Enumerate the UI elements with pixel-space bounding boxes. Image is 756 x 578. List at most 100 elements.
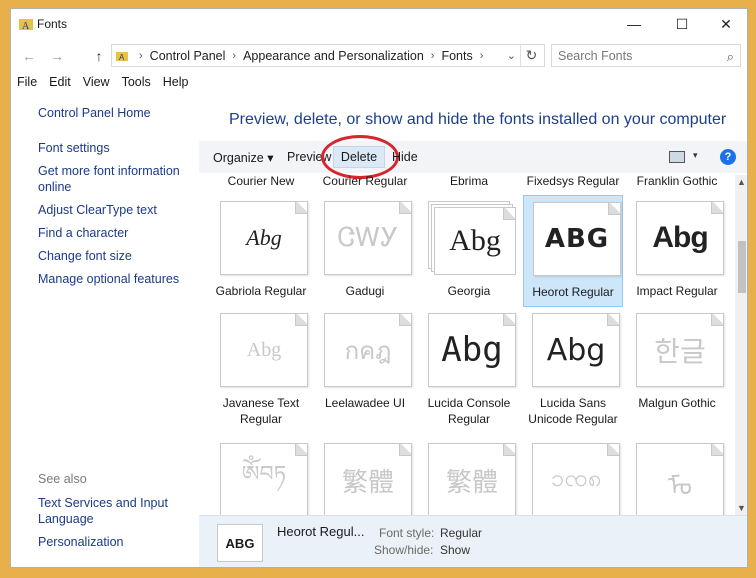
svg-text:A: A (22, 21, 30, 31)
font-preview: 한글 (636, 313, 724, 387)
list-item[interactable]: Courier New (211, 175, 311, 193)
font-preview: ᠮᠣ (636, 443, 724, 515)
window-title: Fonts (37, 17, 68, 31)
preview-button[interactable]: Preview (287, 150, 331, 164)
list-item[interactable]: Fixedsys Regular (523, 175, 623, 193)
scroll-down-icon[interactable]: ▼ (737, 503, 746, 513)
sidebar-text-services[interactable]: Text Services and Input Language (38, 495, 188, 527)
sidebar-personalization[interactable]: Personalization (38, 534, 188, 550)
help-icon[interactable]: ? (720, 149, 736, 165)
forward-arrow-icon[interactable]: → (47, 46, 67, 66)
refresh-icon[interactable]: ↻ (520, 45, 542, 66)
font-preview: กคฎ (324, 313, 412, 387)
title-bar: A Fonts — ☐ ✕ (11, 9, 747, 39)
breadcrumb-control-panel[interactable]: Control Panel (150, 49, 226, 63)
font-tile-malgun[interactable]: 한글 Malgun Gothic (627, 307, 727, 419)
sidebar: Control Panel Home Font settings Get mor… (11, 95, 199, 567)
details-style-label: Font style: (379, 526, 435, 540)
page-title: Preview, delete, or show and hide the fo… (229, 111, 727, 128)
font-tile-georgia[interactable]: Abg Georgia (419, 195, 519, 307)
font-tile-javanese[interactable]: Abg Javanese Text Regular (211, 307, 311, 426)
sidebar-more-font-info[interactable]: Get more font information online (38, 163, 188, 195)
scroll-thumb[interactable] (738, 241, 746, 293)
delete-button[interactable]: Delete (333, 146, 385, 168)
list-item[interactable]: Ebrima (419, 175, 519, 193)
chevron-right-icon: › (139, 49, 143, 62)
sidebar-change-font-size[interactable]: Change font size (38, 248, 188, 264)
fonts-folder-icon: A (19, 19, 33, 31)
list-item[interactable]: Courier Regular (315, 175, 415, 193)
font-preview: 繁體 (324, 443, 412, 515)
font-preview: ༀབཏ (220, 443, 308, 515)
sidebar-optional-features[interactable]: Manage optional features (38, 271, 188, 287)
details-style-value: Regular (440, 526, 483, 540)
scroll-up-icon[interactable]: ▲ (737, 177, 746, 187)
vertical-scrollbar[interactable]: ▲ ▼ (735, 175, 747, 515)
font-tile-leelawadee[interactable]: กคฎ Leelawadee UI (315, 307, 415, 419)
address-bar: ← → ↑ A › Control Panel › Appearance and… (11, 43, 747, 69)
chevron-right-icon: › (232, 49, 237, 62)
search-icon: ⌕ (726, 49, 734, 64)
breadcrumb[interactable]: A › Control Panel › Appearance and Perso… (111, 44, 545, 67)
change-view-icon[interactable] (669, 151, 685, 163)
close-button[interactable]: ✕ (703, 9, 747, 39)
font-preview: ABG (533, 202, 621, 276)
details-pane: ABG Heorot Regul... Font style: Regular … (199, 515, 747, 567)
chevron-down-icon[interactable]: ⌄ (507, 49, 516, 62)
font-preview: Abg (220, 313, 308, 387)
back-arrow-icon[interactable]: ← (19, 46, 39, 66)
font-tile[interactable]: ᠮᠣ (627, 437, 727, 515)
font-tile-lucida-sans[interactable]: Abg Lucida Sans Unicode Regular (523, 307, 623, 426)
breadcrumb-fonts[interactable]: Fonts (441, 49, 472, 63)
font-tile-gadugi[interactable]: ᏣᎳᎩ Gadugi (315, 195, 415, 307)
font-grid: Courier New Courier Regular Ebrima Fixed… (199, 175, 733, 515)
font-tile[interactable]: 繁體 (419, 437, 519, 515)
search-input[interactable]: Search Fonts ⌕ (551, 44, 741, 67)
font-preview: ၥၸ၈ (532, 443, 620, 515)
chevron-right-icon: › (479, 49, 484, 62)
sidebar-adjust-cleartype[interactable]: Adjust ClearType text (38, 202, 188, 218)
font-tile[interactable]: 繁體 (315, 437, 415, 515)
menu-edit[interactable]: Edit (43, 73, 77, 93)
search-placeholder: Search Fonts (558, 48, 633, 63)
font-tile[interactable]: ၥၸ၈ (523, 437, 623, 515)
up-arrow-icon[interactable]: ↑ (89, 46, 109, 66)
font-preview: 繁體 (428, 443, 516, 515)
font-preview: Abg (434, 207, 516, 275)
command-bar: Organize ▾ Preview Delete Hide ▾ ? (199, 135, 747, 179)
sidebar-find-character[interactable]: Find a character (38, 225, 188, 241)
font-tile-impact[interactable]: Abg Impact Regular (627, 195, 727, 307)
font-tile-gabriola[interactable]: Abg Gabriola Regular (211, 195, 311, 307)
details-show-value: Show (440, 543, 471, 557)
breadcrumb-appearance[interactable]: Appearance and Personalization (243, 49, 424, 63)
details-font-name: Heorot Regul... (277, 524, 365, 539)
maximize-button[interactable]: ☐ (659, 9, 705, 39)
list-item[interactable]: Franklin Gothic (627, 175, 727, 193)
main-panel: Preview, delete, or show and hide the fo… (199, 95, 747, 567)
font-preview: ᏣᎳᎩ (324, 201, 412, 275)
organize-button[interactable]: Organize ▾ (213, 150, 273, 165)
menu-bar: File Edit View Tools Help (11, 73, 194, 93)
fonts-window: A Fonts — ☐ ✕ ← → ↑ A › Control Panel › … (10, 8, 748, 568)
font-preview: Abg (636, 201, 724, 275)
font-tile[interactable]: ༀབཏ (211, 437, 311, 515)
minimize-button[interactable]: — (611, 9, 657, 39)
fonts-folder-icon: A (116, 51, 128, 62)
hide-button[interactable]: Hide (392, 150, 418, 164)
details-show-label: Show/hide: (374, 543, 434, 557)
menu-tools[interactable]: Tools (116, 73, 157, 93)
menu-help[interactable]: Help (157, 73, 195, 93)
font-preview: Abg (220, 201, 308, 275)
font-preview: Abg (532, 313, 620, 387)
chevron-right-icon: › (430, 49, 435, 62)
font-tile-heorot[interactable]: ABG Heorot Regular (523, 195, 623, 307)
chevron-down-icon[interactable]: ▾ (693, 150, 698, 161)
see-also-heading: See also (38, 472, 87, 486)
menu-file[interactable]: File (11, 73, 43, 93)
sidebar-font-settings[interactable]: Font settings (38, 140, 188, 156)
sidebar-control-panel-home[interactable]: Control Panel Home (38, 105, 188, 121)
svg-text:A: A (119, 53, 125, 62)
font-tile-lucida-console[interactable]: Abg Lucida Console Regular (419, 307, 519, 426)
menu-view[interactable]: View (77, 73, 116, 93)
font-preview: Abg (428, 313, 516, 387)
